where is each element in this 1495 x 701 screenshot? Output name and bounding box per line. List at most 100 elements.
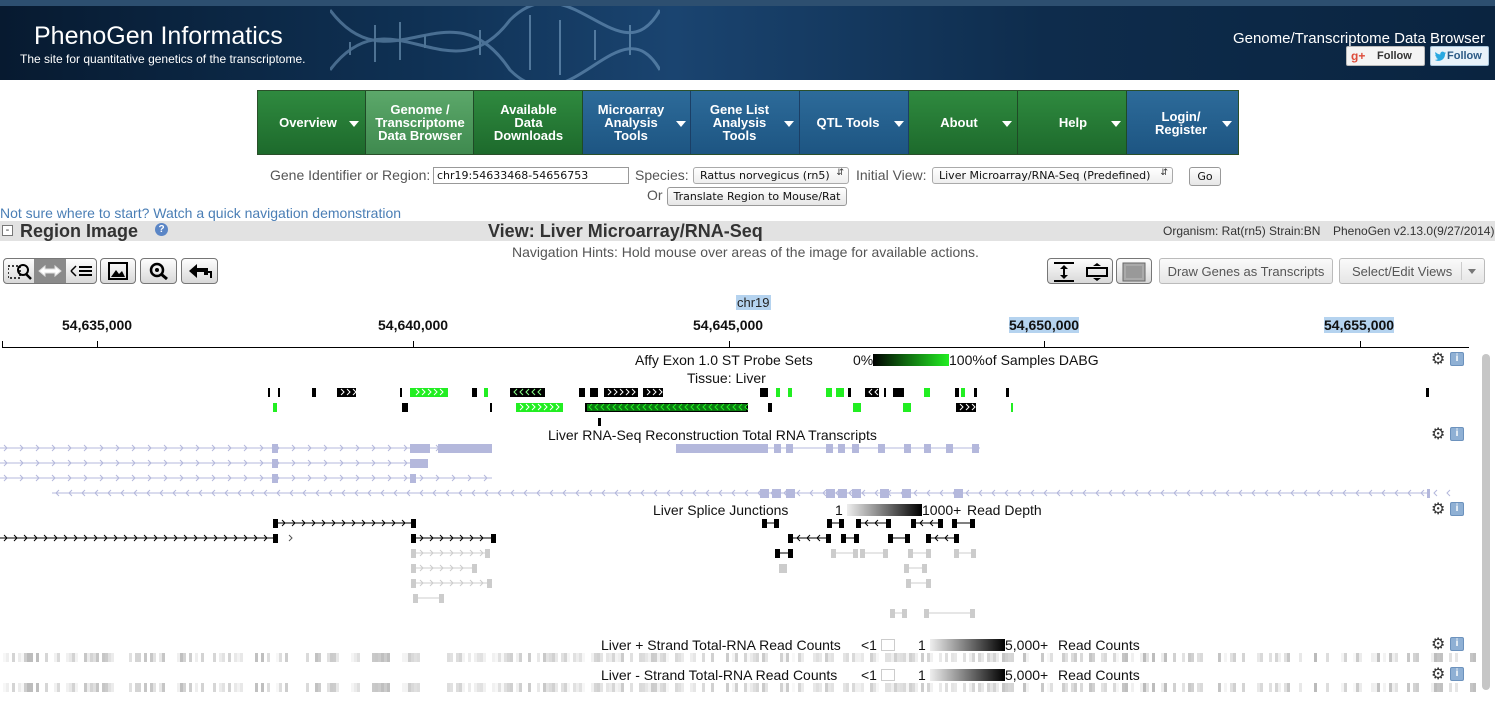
read-count-bin [894, 683, 897, 692]
read-count-bin [66, 683, 69, 692]
site-title[interactable]: PhenoGen Informatics [34, 22, 283, 51]
read-count-bin [858, 683, 861, 692]
read-count-bin [1470, 683, 1473, 692]
pan-tool[interactable] [34, 259, 66, 283]
read-count-bin [336, 653, 339, 662]
nav-microarray-tools[interactable]: Microarray Analysis Tools [583, 91, 691, 154]
info-icon[interactable]: i [1450, 667, 1464, 681]
export-image-button[interactable] [100, 258, 136, 284]
read-count-bin [870, 683, 873, 692]
read-count-bin [567, 653, 570, 662]
navigation-demo-link[interactable]: Not sure where to start? Watch a quick n… [0, 205, 401, 221]
go-button[interactable]: Go [1189, 167, 1221, 186]
nav-data-downloads[interactable]: Available Data Downloads [474, 91, 583, 154]
gear-icon[interactable]: ⚙ [1431, 637, 1445, 653]
select-edit-views-button[interactable]: Select/Edit Views [1339, 258, 1485, 284]
probe-set [924, 388, 930, 397]
nav-gene-list-tools[interactable]: Gene List Analysis Tools [691, 91, 800, 154]
nav-genome-browser[interactable]: Genome / Transcriptome Data Browser [366, 91, 474, 154]
nav-help[interactable]: Help [1018, 91, 1127, 154]
gear-icon[interactable]: ⚙ [1431, 667, 1445, 683]
read-count-bin [1011, 653, 1014, 662]
gear-icon[interactable]: ⚙ [1431, 427, 1445, 443]
read-count-bin [330, 653, 333, 662]
read-count-bin [177, 683, 180, 692]
read-count-bin [162, 683, 165, 692]
species-select[interactable]: Rattus norvegicus (rn5) ⇵ [693, 167, 849, 184]
info-icon[interactable]: i [1450, 637, 1464, 651]
fit-vertical-tool[interactable] [1081, 259, 1113, 283]
nav-overview[interactable]: Overview [258, 91, 366, 154]
read-count-bin [930, 653, 933, 662]
read-count-bin [1260, 653, 1263, 662]
collapse-toggle[interactable]: - [2, 225, 13, 236]
read-count-bin [969, 683, 972, 692]
read-count-bin [609, 653, 612, 662]
zoom-select-tool[interactable] [4, 259, 34, 283]
read-count-bin [654, 653, 657, 662]
gear-icon[interactable]: ⚙ [1431, 352, 1445, 368]
info-icon[interactable]: i [1450, 352, 1464, 366]
read-count-bin [813, 653, 816, 662]
fit-vertical-icon [1086, 263, 1108, 281]
read-count-bin [1146, 683, 1149, 692]
read-count-bin [675, 653, 678, 662]
reorder-tool[interactable] [66, 259, 98, 283]
read-count-bin [36, 653, 39, 662]
expand-vertical-tool[interactable] [1048, 259, 1080, 283]
help-icon[interactable]: ? [155, 223, 168, 236]
read-count-bin [1431, 683, 1434, 692]
initial-view-select[interactable]: Liver Microarray/RNA-Seq (Predefined) ⇵ [932, 167, 1173, 184]
site-header: PhenoGen Informatics The site for quanti… [0, 6, 1495, 80]
read-count-bin [1122, 683, 1125, 692]
read-count-bin [1356, 683, 1359, 692]
read-count-bin [111, 683, 114, 692]
read-count-bin [645, 653, 648, 662]
read-count-bin [579, 683, 582, 692]
read-count-bin [1326, 653, 1329, 662]
nav-qtl-tools[interactable]: QTL Tools [800, 91, 909, 154]
draw-genes-button[interactable]: Draw Genes as Transcripts [1159, 258, 1333, 284]
read-count-bin [537, 653, 540, 662]
track-size-toolbar [1047, 258, 1113, 284]
read-count-bin [84, 653, 87, 662]
nav-login-register[interactable]: Login/ Register [1127, 91, 1238, 154]
read-count-bin [681, 653, 684, 662]
read-count-bin [153, 653, 156, 662]
junction-end [841, 534, 846, 543]
gplus-follow-button[interactable]: g+ Follow [1346, 46, 1425, 66]
full-height-button[interactable] [1116, 258, 1152, 284]
gear-icon[interactable]: ⚙ [1431, 502, 1445, 518]
read-count-bin [1047, 653, 1050, 662]
read-count-bin [468, 653, 471, 662]
transcript-strand-arrow [1433, 489, 1438, 497]
read-count-bin [402, 683, 405, 692]
select-arrows-icon: ⇵ [1160, 168, 1168, 178]
read-count-bin [315, 683, 318, 692]
junction-end [970, 519, 975, 528]
back-button[interactable] [181, 258, 218, 284]
nav-about[interactable]: About [909, 91, 1018, 154]
info-icon[interactable]: i [1450, 427, 1464, 441]
twitter-follow-button[interactable]: Follow [1430, 46, 1489, 66]
genome-browser-image[interactable]: chr19 54,635,000 54,640,000 54,645,000 5… [0, 290, 1495, 701]
reset-zoom-button[interactable] [140, 258, 177, 284]
read-count-bin [561, 653, 564, 662]
read-count-bin [606, 683, 609, 692]
read-count-bin [981, 683, 984, 692]
transcript-exon [676, 444, 768, 453]
read-count-bin [12, 683, 15, 692]
read-count-bin [381, 683, 384, 692]
image-scrollbar-thumb[interactable] [1482, 354, 1490, 690]
read-count-bin [573, 683, 576, 692]
translate-region-button[interactable]: Translate Region to Mouse/Rat [667, 187, 847, 206]
gene-region-input[interactable] [433, 167, 629, 184]
transcript-exon [410, 474, 416, 483]
chevron-down-icon [1468, 269, 1476, 274]
read-count-bin [954, 683, 957, 692]
read-count-bin [1164, 653, 1167, 662]
info-icon[interactable]: i [1450, 502, 1464, 516]
read-count-bin [1188, 653, 1191, 662]
read-count-bin [1011, 683, 1014, 692]
transcript-exon [954, 489, 963, 498]
